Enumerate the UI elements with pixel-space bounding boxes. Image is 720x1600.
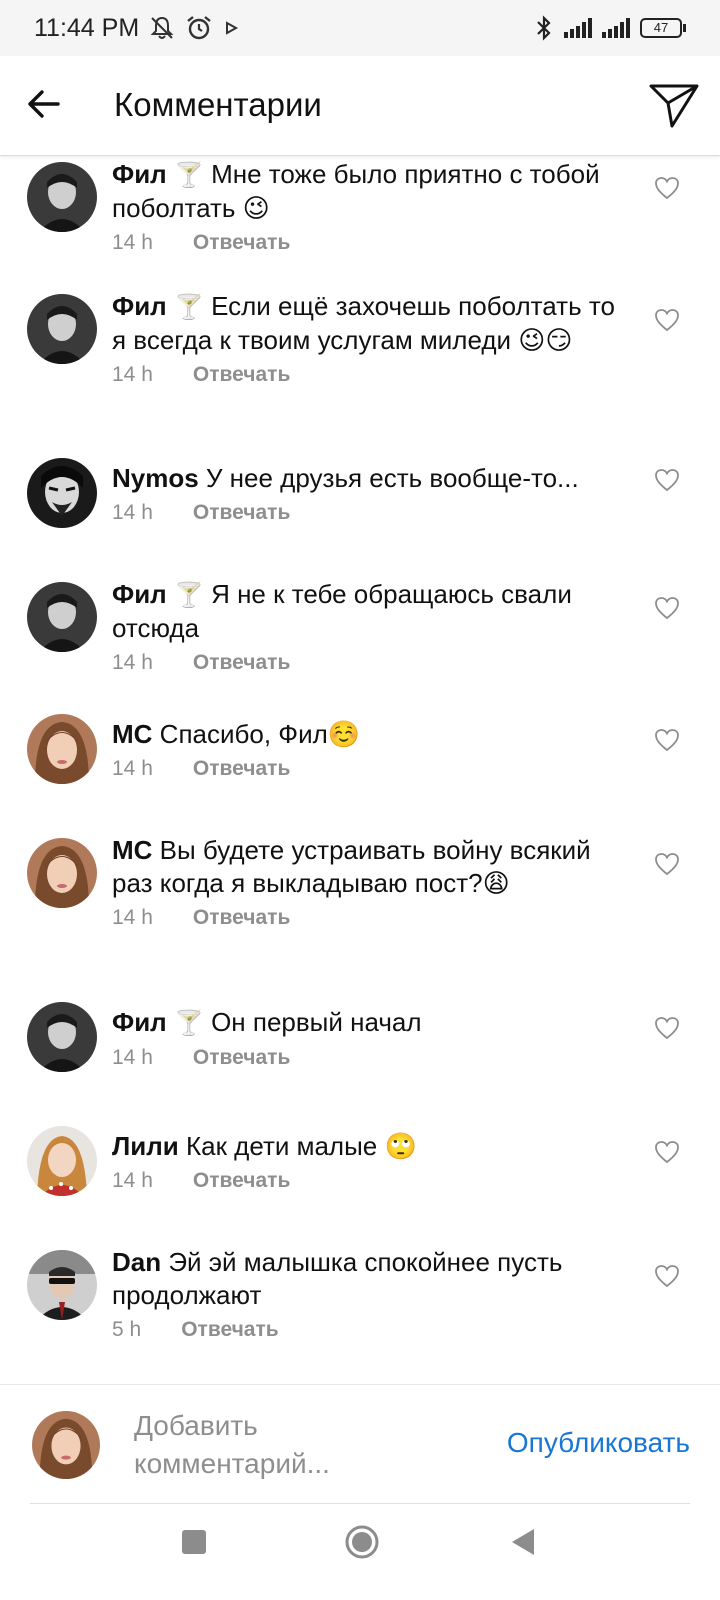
comment-item: Фил 🍸 Если ещё захочешь поболтать то я в… — [0, 288, 720, 453]
comment-time: 14 h — [112, 651, 153, 674]
heart-icon[interactable] — [654, 308, 680, 332]
reply-button[interactable]: Отвечать — [193, 1169, 290, 1193]
alarm-icon — [187, 16, 211, 40]
comment-composer: Добавить комментарий... Опубликовать — [0, 1384, 720, 1504]
comments-list[interactable]: Фил 🍸 Мне тоже было приятно с тобой побо… — [0, 156, 720, 1384]
heart-icon[interactable] — [654, 596, 680, 620]
avatar[interactable] — [27, 1126, 97, 1196]
signal-icon — [564, 18, 592, 38]
home-icon[interactable] — [344, 1524, 380, 1560]
comment-time: 14 h — [112, 1169, 153, 1192]
recent-apps-icon[interactable] — [182, 1530, 206, 1554]
reply-button[interactable]: Отвечать — [181, 1318, 278, 1342]
system-nav-bar — [0, 1504, 720, 1600]
comment-item: Фил 🍸 Мне тоже было приятно с тобой побо… — [0, 156, 720, 286]
avatar[interactable] — [27, 714, 97, 784]
reply-button[interactable]: Отвечать — [193, 501, 290, 525]
comment-username[interactable]: Лили — [112, 1131, 179, 1161]
comment-username[interactable]: Nymos — [112, 463, 199, 493]
comment-text: Он первый начал — [211, 1007, 422, 1037]
signal-icon-2 — [602, 18, 630, 38]
comment-item: MC Вы будете устраивать войну всякий раз… — [0, 832, 720, 982]
comment-text: У нее друзья есть вообще-то... — [205, 463, 579, 493]
comment-time: 14 h — [112, 363, 153, 386]
reply-button[interactable]: Отвечать — [193, 757, 290, 781]
battery-icon: 47 — [640, 18, 686, 38]
comment-item: Dan Эй эй малышка спокойнее пусть продол… — [0, 1244, 720, 1374]
comment-input[interactable]: Добавить комментарий... — [134, 1407, 434, 1483]
reply-button[interactable]: Отвечать — [193, 906, 290, 930]
heart-icon[interactable] — [654, 468, 680, 492]
comment-text: Вы будете устраивать войну всякий раз ко… — [112, 835, 591, 898]
avatar[interactable] — [27, 1002, 97, 1072]
play-icon — [226, 21, 239, 35]
avatar[interactable] — [27, 458, 97, 528]
bluetooth-icon — [537, 15, 551, 41]
reply-button[interactable]: Отвечать — [193, 231, 290, 255]
comment-item: Фил 🍸 Я не к тебе обращаюсь свали отсюда… — [0, 576, 720, 706]
comment-username[interactable]: Фил — [112, 579, 167, 609]
back-arrow-icon[interactable] — [24, 84, 64, 124]
avatar — [32, 1411, 100, 1479]
avatar[interactable] — [27, 294, 97, 364]
comment-time: 14 h — [112, 906, 153, 929]
battery-level: 47 — [640, 18, 682, 38]
avatar[interactable] — [27, 1250, 97, 1320]
cocktail-badge: 🍸 — [173, 161, 204, 189]
reply-button[interactable]: Отвечать — [193, 363, 290, 387]
avatar[interactable] — [27, 162, 97, 232]
comment-time: 14 h — [112, 757, 153, 780]
status-bar: 11:44 PM 47 — [0, 0, 720, 56]
send-icon[interactable] — [648, 82, 700, 130]
comment-username[interactable]: Фил — [112, 159, 167, 189]
reply-button[interactable]: Отвечать — [193, 1046, 290, 1070]
comment-item: MC Спасибо, Фил☺️ 14 h Отвечать — [0, 708, 720, 818]
comment-username[interactable]: Фил — [112, 291, 167, 321]
cocktail-badge: 🍸 — [173, 293, 204, 321]
page-title: Комментарии — [114, 86, 322, 123]
heart-icon[interactable] — [654, 1264, 680, 1288]
reply-button[interactable]: Отвечать — [193, 651, 290, 675]
comment-text: Спасибо, Фил☺️ — [159, 719, 361, 749]
back-triangle-icon[interactable] — [508, 1526, 538, 1558]
comment-username[interactable]: MC — [112, 719, 152, 749]
heart-icon[interactable] — [654, 728, 680, 752]
heart-icon[interactable] — [654, 1016, 680, 1040]
comment-item: Nymos У нее друзья есть вообще-то... 14 … — [0, 452, 720, 562]
comment-username[interactable]: Dan — [112, 1247, 161, 1277]
comment-item: Лили Как дети малые 🙄 14 h Отвечать — [0, 1120, 720, 1230]
comment-text: Эй эй малышка спокойнее пусть продолжают — [112, 1247, 563, 1310]
mute-icon — [150, 16, 174, 39]
publish-button[interactable]: Опубликовать — [507, 1427, 690, 1459]
heart-icon[interactable] — [654, 1140, 680, 1164]
comment-text: Как дети малые 🙄 — [185, 1131, 417, 1161]
cocktail-badge: 🍸 — [173, 581, 204, 609]
cocktail-badge: 🍸 — [173, 1009, 204, 1037]
comment-item: Фил 🍸 Он первый начал 14 h Отвечать — [0, 996, 720, 1106]
heart-icon[interactable] — [654, 176, 680, 200]
comment-time: 14 h — [112, 1046, 153, 1069]
heart-icon[interactable] — [654, 852, 680, 876]
avatar[interactable] — [27, 838, 97, 908]
status-time: 11:44 PM — [34, 13, 140, 42]
comment-username[interactable]: Фил — [112, 1007, 167, 1037]
avatar[interactable] — [27, 582, 97, 652]
app-header: Комментарии — [0, 56, 720, 156]
comment-time: 14 h — [112, 501, 153, 524]
comment-time: 5 h — [112, 1318, 142, 1341]
comment-username[interactable]: MC — [112, 835, 152, 865]
comment-time: 14 h — [112, 231, 153, 254]
